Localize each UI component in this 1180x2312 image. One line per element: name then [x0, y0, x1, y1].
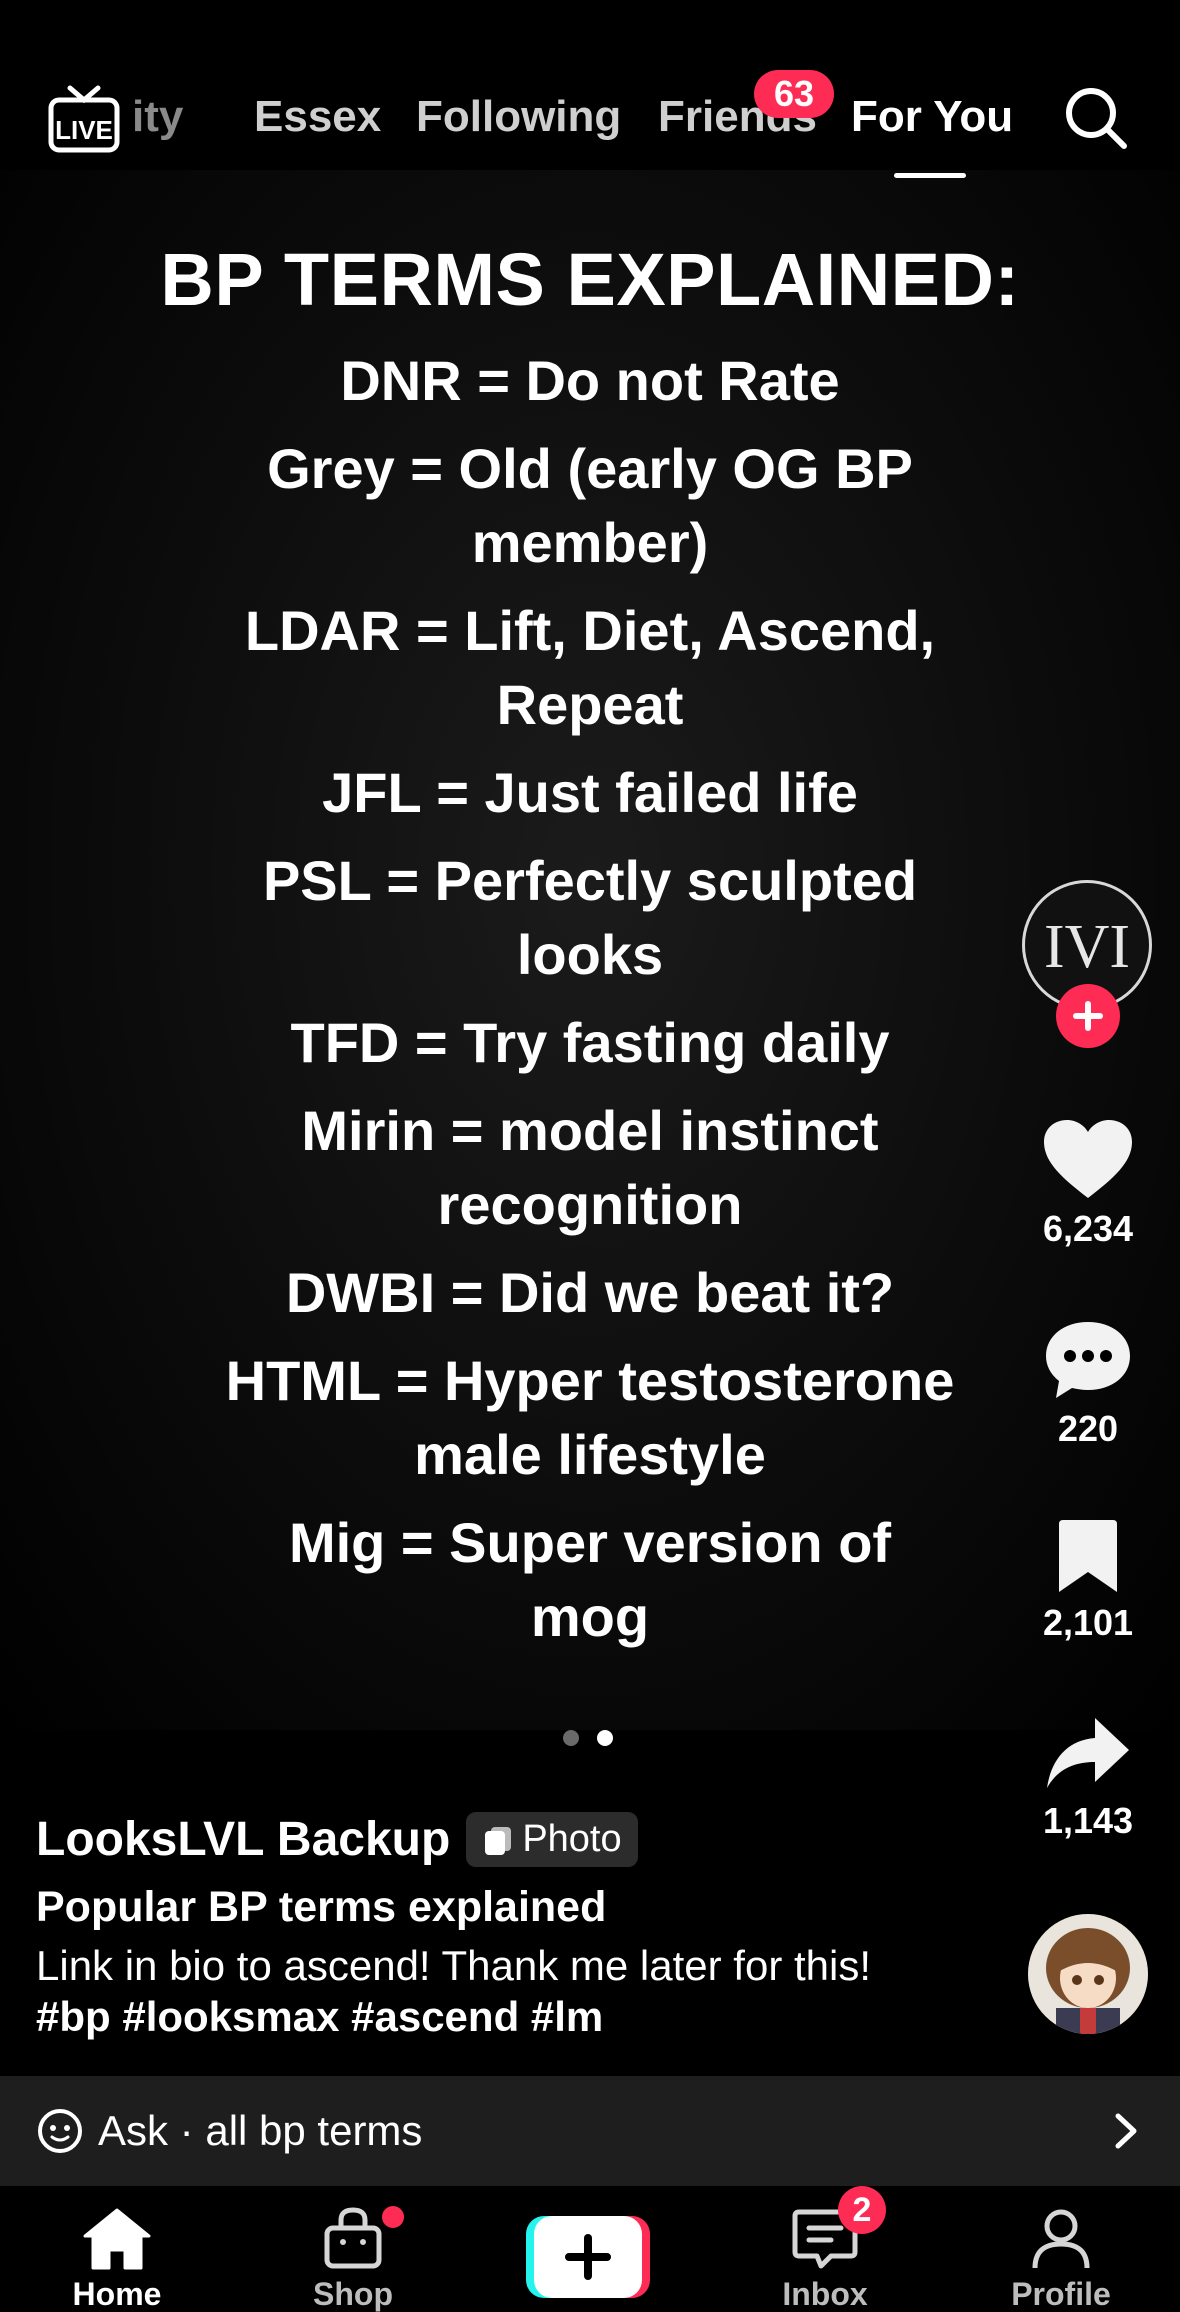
bottom-navigation: Home Shop Inbox 2 Profile — [0, 2186, 1180, 2312]
caption-title: Popular BP terms explained — [36, 1883, 607, 1931]
nav-home[interactable]: Home — [32, 2206, 202, 2312]
plus-icon — [1073, 1001, 1103, 1031]
term-item: Mirin = model instinct recognition — [301, 1099, 879, 1236]
anime-avatar-icon — [1028, 1914, 1148, 2034]
nav-inbox-label: Inbox — [782, 2276, 868, 2312]
tab-essex[interactable]: Essex — [254, 92, 381, 142]
comment-count: 220 — [1057, 1408, 1119, 1449]
photo-text-content: BP TERMS EXPLAINED: DNR = Do not Rate Gr… — [0, 230, 1180, 1668]
ask-bot-icon — [38, 2109, 82, 2153]
bookmark-icon — [1059, 1520, 1117, 1592]
comment-icon — [1046, 1322, 1130, 1398]
save-count: 2,101 — [1042, 1602, 1134, 1643]
share-button[interactable]: 1,143 — [1020, 1714, 1156, 1842]
term-item: Mig = Super version of mog — [288, 1511, 892, 1648]
caption-hashtags[interactable]: #bp #looksmax #ascend #lm — [36, 1993, 603, 2040]
heart-icon — [1044, 1120, 1132, 1198]
caption-body[interactable]: Link in bio to ascend! Thank me later fo… — [36, 1940, 896, 2042]
home-icon — [83, 2208, 151, 2270]
caption-text: Link in bio to ascend! Thank me later fo… — [36, 1942, 871, 1989]
pagination-dot-active[interactable] — [597, 1730, 613, 1746]
top-navigation: LIVE ity Essex Following Friends 63 For … — [0, 0, 1180, 200]
pagination-dot[interactable] — [563, 1730, 579, 1746]
active-tab-indicator — [894, 173, 966, 178]
tiktok-feed-screen: LIVE ity Essex Following Friends 63 For … — [0, 0, 1180, 2312]
nav-profile-label: Profile — [1011, 2276, 1111, 2312]
author-name[interactable]: LooksLVL Backup — [36, 1812, 450, 1867]
share-icon — [1047, 1718, 1129, 1788]
live-label: LIVE — [55, 115, 113, 145]
tab-following[interactable]: Following — [416, 92, 621, 142]
save-button[interactable]: 2,101 — [1020, 1518, 1156, 1644]
slide-pagination — [563, 1730, 613, 1746]
term-item: PSL = Perfectly sculpted looks — [262, 849, 918, 986]
term-item: HTML = Hyper testosterone male lifestyle — [225, 1349, 955, 1486]
author-row: LooksLVL Backup Photo — [36, 1812, 936, 1867]
term-item: DNR = Do not Rate — [340, 349, 840, 412]
ask-bar-text: Ask · all bp terms — [98, 2107, 423, 2154]
photo-title: BP TERMS EXPLAINED: — [160, 238, 1020, 321]
author-avatar-text: IVI — [1044, 913, 1130, 981]
like-count: 6,234 — [1042, 1208, 1134, 1249]
tab-community[interactable]: ity — [132, 92, 183, 142]
term-item: LDAR = Lift, Diet, Ascend, Repeat — [244, 599, 936, 736]
search-icon[interactable] — [1062, 84, 1130, 152]
chevron-right-icon — [1115, 2113, 1137, 2149]
term-item: TFD = Try fasting daily — [290, 1011, 890, 1074]
shopping-bag-icon — [324, 2207, 382, 2269]
create-button[interactable] — [526, 2216, 650, 2298]
profile-icon — [1032, 2209, 1090, 2269]
photo-mode-chip: Photo — [466, 1812, 638, 1867]
term-item: JFL = Just failed life — [322, 761, 858, 824]
nav-shop-label: Shop — [313, 2276, 393, 2312]
inbox-badge: 2 — [838, 2186, 886, 2234]
nav-inbox[interactable]: Inbox — [740, 2206, 910, 2312]
like-button[interactable]: 6,234 — [1020, 1118, 1156, 1250]
share-count: 1,143 — [1042, 1800, 1134, 1841]
sound-avatar[interactable] — [1028, 1914, 1148, 2034]
shop-notification-dot — [382, 2206, 404, 2228]
follow-button[interactable] — [1056, 984, 1120, 1048]
photo-chip-label: Photo — [522, 1818, 622, 1860]
friends-badge: 63 — [754, 70, 834, 118]
ask-search-bar[interactable]: Ask · all bp terms — [0, 2076, 1180, 2186]
nav-profile[interactable]: Profile — [976, 2206, 1146, 2312]
nav-shop[interactable]: Shop — [268, 2206, 438, 2312]
comment-button[interactable]: 220 — [1020, 1318, 1156, 1450]
term-item: DWBI = Did we beat it? — [285, 1261, 895, 1324]
photo-icon — [485, 1826, 512, 1855]
tab-for-you[interactable]: For You — [851, 92, 1013, 142]
nav-home-label: Home — [72, 2276, 162, 2312]
term-item: Grey = Old (early OG BP member) — [267, 437, 913, 574]
live-icon[interactable]: LIVE — [48, 84, 120, 154]
post-caption: LooksLVL Backup Photo Popular BP terms e… — [36, 1812, 936, 2042]
